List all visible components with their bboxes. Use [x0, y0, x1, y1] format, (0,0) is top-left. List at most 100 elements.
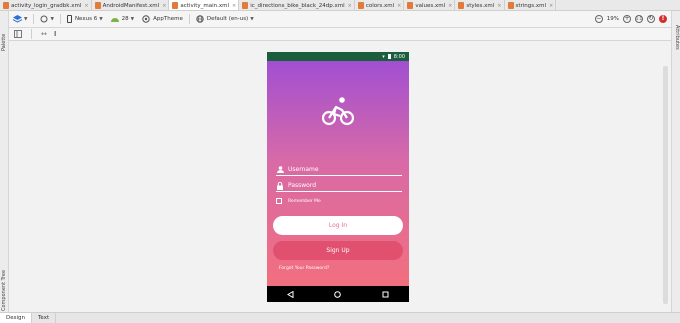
- chevron-down-icon: ▼: [130, 16, 135, 22]
- editor-mode-tabs: Design Text: [0, 312, 680, 323]
- blueprint-icon[interactable]: [14, 30, 22, 38]
- remember-label: Remember Me: [288, 198, 321, 204]
- username-field[interactable]: Username: [276, 164, 402, 176]
- layout-toolbar: ▼ ▼ Nexus 6 ▼ 28 ▼ AppTheme Default (en-…: [9, 11, 671, 28]
- phone-icon: [66, 15, 72, 23]
- editor-tab[interactable]: styles.xml ×: [455, 0, 505, 10]
- xml-file-icon: [458, 2, 465, 9]
- chevron-down-icon: ▼: [24, 16, 28, 22]
- close-icon[interactable]: ×: [84, 3, 88, 9]
- xml-file-icon: [94, 2, 101, 9]
- zoom-in-icon[interactable]: +: [623, 15, 631, 23]
- editor-tab[interactable]: values.xml ×: [404, 0, 456, 10]
- status-bar: ▾ 8:00: [267, 52, 409, 61]
- toolbar-divider: [31, 29, 32, 39]
- editor-tab[interactable]: colors.xml ×: [355, 0, 405, 10]
- close-icon[interactable]: ×: [162, 3, 166, 9]
- recents-icon[interactable]: [382, 291, 389, 298]
- chevron-down-icon: ▼: [50, 16, 54, 22]
- orientation-button[interactable]: ▼: [36, 11, 57, 28]
- toolbar-divider: [33, 14, 35, 24]
- close-icon[interactable]: ×: [549, 3, 553, 9]
- chevron-down-icon: ▼: [250, 16, 254, 22]
- navigation-bar: [267, 286, 409, 302]
- android-icon: [110, 18, 119, 22]
- remember-checkbox[interactable]: [276, 198, 282, 204]
- canvas-scrollbar[interactable]: [663, 66, 668, 304]
- zoom-level: 19%: [606, 16, 619, 22]
- xml-file-icon: [507, 2, 514, 9]
- close-icon[interactable]: ×: [397, 3, 401, 9]
- editor-tab[interactable]: ic_directions_bike_black_24dp.xml ×: [239, 0, 355, 10]
- zoom-actual-icon[interactable]: 1:1: [635, 15, 643, 23]
- toolbar-divider: [59, 14, 61, 24]
- locale-name: Default (en-us): [206, 16, 249, 22]
- rotate-icon: [40, 15, 48, 23]
- xml-file-icon: [3, 2, 9, 9]
- xml-file-icon: [407, 2, 414, 9]
- vertical-resize-icon[interactable]: I: [54, 30, 57, 38]
- bike-icon: [322, 97, 354, 126]
- zoom-controls: − 19% + 1:1 ↻ !: [594, 15, 671, 23]
- xml-file-icon: [357, 2, 364, 9]
- editor-tab[interactable]: activity_main.xml ×: [169, 0, 240, 10]
- editor-tab-label: ic_directions_bike_black_24dp.xml: [250, 2, 345, 9]
- close-icon[interactable]: ×: [232, 3, 236, 9]
- editor-tab-label: styles.xml: [466, 2, 495, 9]
- forgot-password-link[interactable]: Forgot Your Password?: [279, 266, 329, 271]
- refresh-icon[interactable]: ↻: [647, 15, 655, 23]
- error-indicator-icon[interactable]: !: [659, 15, 667, 23]
- device-selector[interactable]: Nexus 6 ▼: [63, 11, 107, 28]
- back-icon[interactable]: [287, 290, 294, 298]
- login-screen: Username Password Remember Me Log In Sig…: [267, 61, 409, 286]
- signup-button[interactable]: Sign Up: [273, 241, 403, 260]
- close-icon[interactable]: ×: [348, 3, 352, 9]
- device-preview: ▾ 8:00 Username Password Remember Me Log…: [267, 52, 409, 302]
- palette-label[interactable]: Palette: [1, 34, 7, 51]
- api-selector[interactable]: 28 ▼: [107, 11, 138, 28]
- tab-text[interactable]: Text: [32, 313, 57, 323]
- chevron-down-icon: ▼: [99, 16, 103, 22]
- component-tree-label[interactable]: Component Tree: [1, 270, 7, 311]
- wifi-icon: ▾: [382, 53, 385, 60]
- tab-design[interactable]: Design: [0, 313, 32, 323]
- right-tool-strip: Attributes: [671, 11, 680, 312]
- device-name: Nexus 6: [74, 16, 98, 22]
- username-hint: Username: [288, 166, 319, 173]
- xml-file-icon: [172, 2, 179, 9]
- editor-tab[interactable]: AndroidManifest.xml ×: [92, 0, 170, 10]
- theme-name: AppTheme: [153, 16, 183, 22]
- android-studio-layout-editor: activity_login_gradbk.xml × AndroidManifes…: [0, 0, 680, 323]
- globe-icon: [196, 15, 204, 23]
- battery-icon: [387, 54, 391, 59]
- editor-tab-label: colors.xml: [365, 2, 395, 9]
- editor-tab[interactable]: activity_login_gradbk.xml ×: [0, 0, 92, 10]
- status-time: 8:00: [393, 53, 405, 60]
- editor-tab-label: values.xml: [415, 2, 446, 9]
- theme-icon: [142, 15, 150, 23]
- zoom-out-icon[interactable]: −: [594, 15, 603, 23]
- horizontal-resize-icon[interactable]: ↔: [41, 30, 47, 38]
- design-surface-button[interactable]: ▼: [9, 11, 31, 28]
- editor-tab-label: strings.xml: [515, 2, 547, 9]
- toolbar-divider: [188, 14, 190, 24]
- login-button[interactable]: Log In: [273, 216, 403, 235]
- editor-tab-label: activity_login_gradbk.xml: [11, 2, 82, 9]
- editor-tab-bar: activity_login_gradbk.xml × AndroidManifes…: [0, 0, 680, 11]
- editor-tab[interactable]: strings.xml ×: [505, 0, 557, 10]
- close-icon[interactable]: ×: [497, 3, 501, 9]
- person-icon: [276, 166, 284, 174]
- xml-file-icon: [242, 2, 249, 9]
- view-options-toolbar: ↔ I: [9, 28, 671, 41]
- lock-icon: [276, 181, 284, 190]
- locale-selector[interactable]: Default (en-us) ▼: [192, 11, 258, 28]
- api-level: 28: [121, 16, 129, 22]
- theme-selector[interactable]: AppTheme: [138, 11, 187, 28]
- remember-me-row[interactable]: Remember Me: [276, 198, 321, 204]
- left-tool-strip: Palette Component Tree: [0, 11, 9, 312]
- home-icon[interactable]: [334, 290, 342, 298]
- attributes-label[interactable]: Attributes: [674, 25, 680, 50]
- close-icon[interactable]: ×: [448, 3, 452, 9]
- editor-tab-label: activity_main.xml: [180, 2, 230, 9]
- password-field[interactable]: Password: [276, 180, 402, 192]
